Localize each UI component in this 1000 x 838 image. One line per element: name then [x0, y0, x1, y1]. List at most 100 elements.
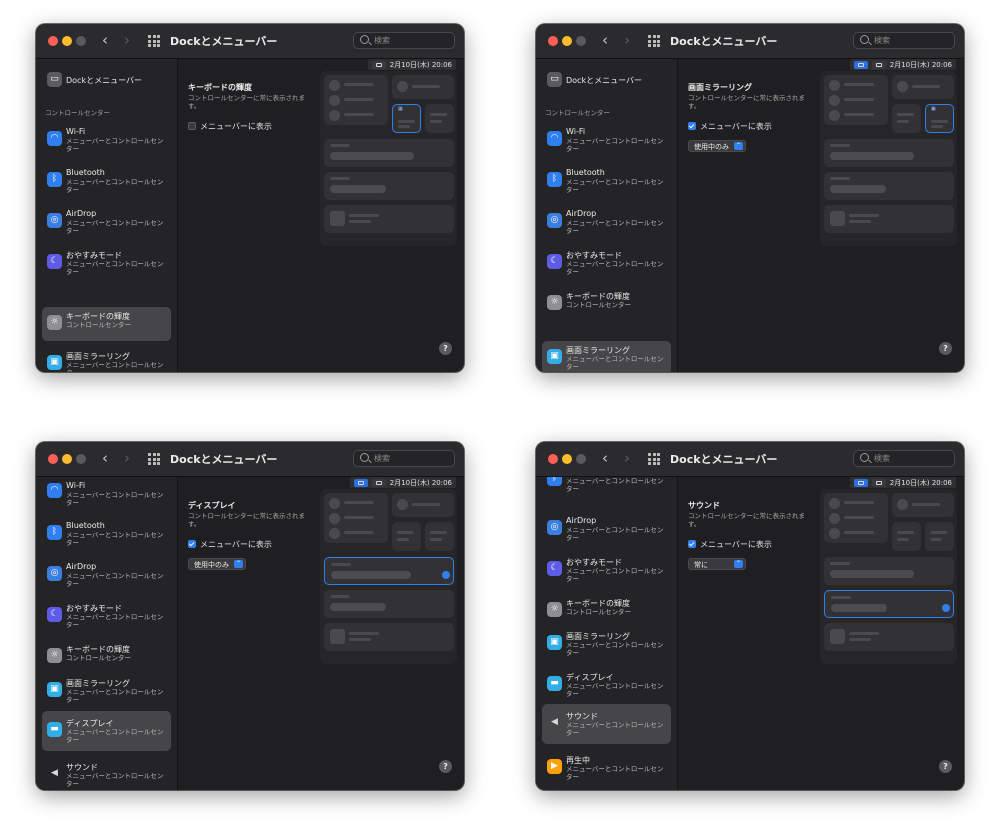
- back-button[interactable]: ‹: [602, 31, 608, 49]
- sidebar-item-screen-mirroring[interactable]: ▣ 画面ミラーリング メニューバーとコントロールセンター: [42, 347, 171, 372]
- sidebar-item-wifi[interactable]: ◠ Wi-Fi メニューバーとコントロールセンター: [42, 479, 171, 513]
- forward-button[interactable]: ›: [624, 449, 630, 467]
- back-button[interactable]: ‹: [102, 449, 108, 467]
- sidebar-item-display[interactable]: ▬ ディスプレイ メニューバーとコントロールセンター: [542, 668, 671, 702]
- sidebar-item-display[interactable]: ▬ ディスプレイ メニューバーとコントロールセンター: [42, 711, 171, 751]
- moon-icon: ☾: [547, 561, 562, 576]
- sidebar-item-airdrop[interactable]: ◎ AirDrop メニューバーとコントロールセンター: [542, 205, 671, 239]
- search-field[interactable]: 検索: [853, 32, 955, 49]
- sidebar-item-screen-mirroring[interactable]: ▣ 画面ミラーリング メニューバーとコントロールセンター: [42, 674, 171, 708]
- sidebar-item-subtitle: メニューバーとコントロールセンター: [566, 641, 664, 657]
- sidebar-item-bluetooth[interactable]: ᛒ Bluetooth メニューバーとコントロールセンター: [42, 517, 171, 551]
- sidebar-item-subtitle: コントロールセンター: [566, 608, 631, 616]
- sidebar: ▭ Dockとメニューバー コントロールセンター ◠ Wi-Fi メニューバーと…: [536, 59, 678, 372]
- sidebar-item-label: AirDrop: [566, 516, 597, 525]
- show-in-menubar-checkbox[interactable]: [688, 540, 696, 548]
- sidebar-item-subtitle: メニューバーとコントロールセンター: [566, 567, 664, 583]
- sidebar-item-screen-mirroring[interactable]: ▣ 画面ミラーリング メニューバーとコントロールセンター: [542, 341, 671, 372]
- airdrop-icon: ◎: [547, 520, 562, 535]
- title-bar: ‹ › Dockとメニューバー 検索: [536, 24, 964, 59]
- visibility-select[interactable]: 常に ⌃: [688, 558, 746, 570]
- forward-button[interactable]: ›: [124, 449, 130, 467]
- sidebar-item-screen-mirroring[interactable]: ▣ 画面ミラーリング メニューバーとコントロールセンター: [542, 627, 671, 661]
- cc-tile-now-playing: [324, 623, 454, 651]
- sidebar-item-keyboard-brightness[interactable]: ☼ キーボードの輝度 コントロールセンター: [542, 594, 671, 628]
- close-button[interactable]: [48, 36, 58, 46]
- cc-tile-sound: [324, 590, 454, 618]
- sidebar-item-label: Wi-Fi: [66, 127, 86, 136]
- keyboard-brightness-icon: ☼: [47, 315, 62, 330]
- close-button[interactable]: [548, 36, 558, 46]
- search-icon: [360, 453, 369, 462]
- minimize-button[interactable]: [562, 454, 572, 464]
- settings-window-keyboard-brightness: ‹ › Dockとメニューバー 検索 2月10日(木) 20:06 ▭ Dock…: [36, 24, 464, 372]
- visibility-select[interactable]: 使用中のみ ⌃: [688, 140, 746, 152]
- cc-tile-display: [324, 139, 454, 167]
- zoom-button[interactable]: [576, 454, 586, 464]
- control-center-preview: [820, 489, 957, 664]
- show-all-grid-icon[interactable]: [648, 453, 660, 465]
- sidebar-item-bluetooth[interactable]: ᛒ Bluetooth メニューバーとコントロールセンター: [42, 164, 171, 198]
- airdrop-icon: ◎: [47, 566, 62, 581]
- show-all-grid-icon[interactable]: [148, 35, 160, 47]
- show-in-menubar-checkbox[interactable]: [188, 540, 196, 548]
- visibility-select[interactable]: 使用中のみ ⌃: [188, 558, 246, 570]
- show-in-menubar-checkbox[interactable]: [188, 122, 196, 130]
- show-all-grid-icon[interactable]: [148, 453, 160, 465]
- sidebar-item-subtitle: メニューバーとコントロールセンター: [66, 613, 164, 629]
- minimize-button[interactable]: [62, 454, 72, 464]
- sidebar-item-subtitle: メニューバーとコントロールセンター: [66, 728, 164, 744]
- help-button[interactable]: ?: [939, 342, 952, 355]
- sidebar-item-subtitle: メニューバーとコントロールセンター: [566, 137, 664, 153]
- back-button[interactable]: ‹: [102, 31, 108, 49]
- zoom-button[interactable]: [76, 454, 86, 464]
- sidebar-item-focus[interactable]: ☾ おやすみモード メニューバーとコントロールセンター: [42, 246, 171, 280]
- sidebar-item-sound[interactable]: ◀ サウンド メニューバーとコントロールセンター: [542, 704, 671, 744]
- forward-button[interactable]: ›: [624, 31, 630, 49]
- sidebar-item-airdrop[interactable]: ◎ AirDrop メニューバーとコントロールセンター: [42, 205, 171, 239]
- help-button[interactable]: ?: [939, 760, 952, 773]
- help-button[interactable]: ?: [439, 342, 452, 355]
- sidebar-item-wifi[interactable]: ◠ Wi-Fi メニューバーとコントロールセンター: [42, 123, 171, 157]
- play-icon: ▶: [547, 759, 562, 774]
- screen-mirroring-icon: ▣: [931, 106, 936, 112]
- help-button[interactable]: ?: [439, 760, 452, 773]
- zoom-button[interactable]: [76, 36, 86, 46]
- sidebar-item-label: Bluetooth: [66, 168, 105, 177]
- sidebar-item-airdrop[interactable]: ◎ AirDrop メニューバーとコントロールセンター: [42, 558, 171, 592]
- checkbox-label: メニューバーに表示: [700, 540, 772, 549]
- close-button[interactable]: [548, 454, 558, 464]
- search-field[interactable]: 検索: [853, 450, 955, 467]
- show-in-menubar-checkbox[interactable]: [688, 122, 696, 130]
- sidebar-item-keyboard-brightness[interactable]: ☼ キーボードの輝度 コントロールセンター: [42, 640, 171, 674]
- sidebar-item-bluetooth[interactable]: ᛒ Bluetooth メニューバーとコントロールセンター: [542, 164, 671, 198]
- sidebar-item-bluetooth[interactable]: ᛒ Bluetooth メニューバーとコントロールセンター: [542, 477, 671, 497]
- moon-icon: ☾: [47, 607, 62, 622]
- sidebar-item-airdrop[interactable]: ◎ AirDrop メニューバーとコントロールセンター: [542, 512, 671, 546]
- sidebar-item-dock-menubar[interactable]: ▭ Dockとメニューバー: [42, 69, 171, 91]
- bluetooth-icon: ᛒ: [47, 525, 62, 540]
- sidebar-item-subtitle: メニューバーとコントロールセンター: [566, 721, 664, 737]
- forward-button[interactable]: ›: [124, 31, 130, 49]
- sidebar-item-keyboard-brightness[interactable]: ☼ キーボードの輝度 コントロールセンター: [42, 307, 171, 341]
- show-all-grid-icon[interactable]: [648, 35, 660, 47]
- sidebar-item-sound[interactable]: ◀ サウンド メニューバーとコントロールセンター: [42, 758, 171, 790]
- sidebar-item-now-playing[interactable]: ▶ 再生中 メニューバーとコントロールセンター: [542, 751, 671, 785]
- close-button[interactable]: [48, 454, 58, 464]
- minimize-button[interactable]: [62, 36, 72, 46]
- panel-description: コントロールセンターに常に表示されます。: [688, 512, 805, 528]
- minimize-button[interactable]: [562, 36, 572, 46]
- sidebar-item-keyboard-brightness[interactable]: ☼ キーボードの輝度 コントロールセンター: [542, 287, 671, 321]
- search-field[interactable]: 検索: [353, 32, 455, 49]
- search-field[interactable]: 検索: [353, 450, 455, 467]
- display-icon: ▬: [547, 676, 562, 691]
- sidebar-item-dock-menubar[interactable]: ▭ Dockとメニューバー: [542, 69, 671, 91]
- sidebar-item-subtitle: メニューバーとコントロールセンター: [566, 477, 664, 493]
- sidebar-item-focus[interactable]: ☾ おやすみモード メニューバーとコントロールセンター: [542, 246, 671, 280]
- sidebar-item-focus[interactable]: ☾ おやすみモード メニューバーとコントロールセンター: [42, 599, 171, 633]
- back-button[interactable]: ‹: [602, 449, 608, 467]
- zoom-button[interactable]: [576, 36, 586, 46]
- sidebar-item-wifi[interactable]: ◠ Wi-Fi メニューバーとコントロールセンター: [542, 123, 671, 157]
- screen-mirroring-icon: ▣: [547, 635, 562, 650]
- sidebar-item-focus[interactable]: ☾ おやすみモード メニューバーとコントロールセンター: [542, 553, 671, 587]
